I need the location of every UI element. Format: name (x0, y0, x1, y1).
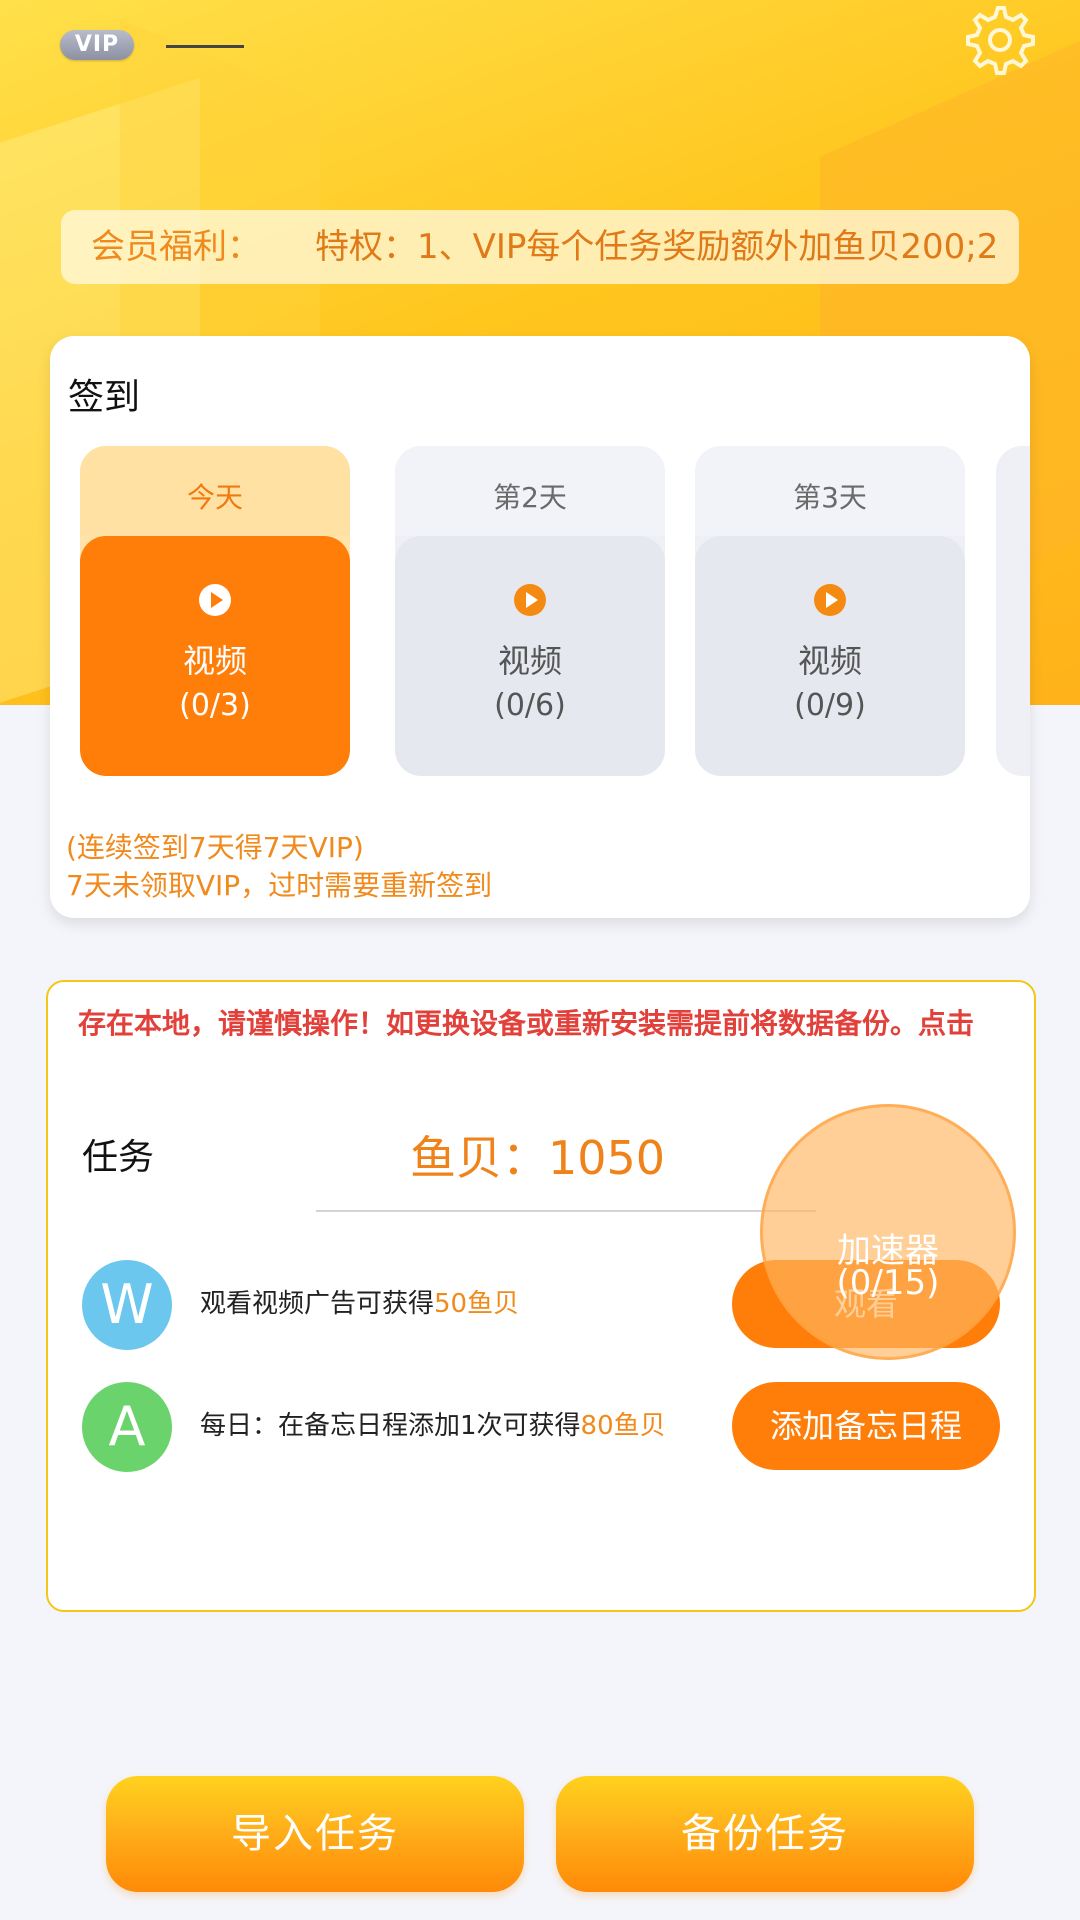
task-desc-text: 观看视频广告可获得 (200, 1289, 435, 1319)
task-row-add-memo: A 每日：在备忘日程添加1次可获得80鱼贝 添加备忘日程 (48, 1378, 1034, 1474)
day-type: 视频 (797, 642, 862, 680)
task-avatar: W (82, 1260, 172, 1350)
day-body: 视频 (0/3) (80, 536, 350, 776)
checkin-note: (连续签到7天得7天VIP) (66, 831, 364, 864)
divider (316, 1210, 816, 1212)
day-body: 视频 (0/6) (395, 536, 665, 776)
checkin-day-2[interactable]: 第2天 视频 (0/6) (395, 446, 665, 776)
backup-notice-marquee[interactable]: 存在本地，请谨慎操作！如更换设备或重新安装需提前将数据备份。点击 (78, 994, 1004, 1054)
member-benefits-text: 特权：1、VIP每个任务奖励额外加鱼贝200;2 (315, 227, 999, 267)
checkin-day-next-peek[interactable] (996, 446, 1030, 776)
task-reward: 80鱼贝 (580, 1411, 666, 1441)
accelerator-button[interactable]: 加速器 (0/15) (760, 1104, 1016, 1360)
task-avatar: A (82, 1382, 172, 1472)
add-memo-button[interactable]: 添加备忘日程 (732, 1382, 1000, 1470)
backup-tasks-button[interactable]: 备份任务 (556, 1776, 974, 1892)
day-count: (0/9) (794, 688, 866, 723)
checkin-day-today[interactable]: 今天 视频 (0/3) (80, 446, 350, 776)
play-icon (814, 584, 846, 616)
coin-value: 1050 (548, 1131, 666, 1185)
vip-badge[interactable]: VIP (60, 30, 134, 60)
checkin-title: 签到 (68, 377, 141, 418)
day-type: 视频 (182, 642, 247, 680)
member-benefits-banner[interactable]: 会员福利： 特权：1、VIP每个任务奖励额外加鱼贝200;2 (61, 210, 1019, 284)
task-description: 观看视频广告可获得50鱼贝 (200, 1256, 519, 1352)
day-count: (0/6) (494, 688, 566, 723)
coin-balance: 鱼贝：1050 (410, 1122, 665, 1188)
play-icon (514, 584, 546, 616)
day-body: 视频 (0/9) (695, 536, 965, 776)
day-label: 第3天 (695, 446, 965, 536)
checkin-note: 7天未领取VIP，过时需要重新签到 (66, 869, 493, 902)
gear-icon[interactable] (958, 0, 1038, 80)
import-tasks-button[interactable]: 导入任务 (106, 1776, 524, 1892)
coin-label: 鱼贝： (410, 1131, 548, 1185)
vip-username-line (166, 45, 244, 48)
day-type: 视频 (497, 642, 562, 680)
task-description: 每日：在备忘日程添加1次可获得80鱼贝 (200, 1378, 666, 1474)
day-label: 今天 (80, 446, 350, 536)
day-label: 第2天 (395, 446, 665, 536)
task-desc-text: 每日：在备忘日程添加1次可获得 (200, 1411, 581, 1441)
member-benefits-label: 会员福利： (91, 227, 261, 267)
day-count: (0/3) (179, 688, 251, 723)
play-icon (199, 584, 231, 616)
checkin-day-3[interactable]: 第3天 视频 (0/9) (695, 446, 965, 776)
checkin-card: 签到 今天 视频 (0/3) 第2天 视频 (0/6) 第3天 视频 (0/9)… (50, 336, 1030, 918)
task-title: 任务 (82, 1137, 155, 1178)
accelerator-count: (0/15) (836, 1263, 940, 1303)
task-reward: 50鱼贝 (434, 1289, 520, 1319)
